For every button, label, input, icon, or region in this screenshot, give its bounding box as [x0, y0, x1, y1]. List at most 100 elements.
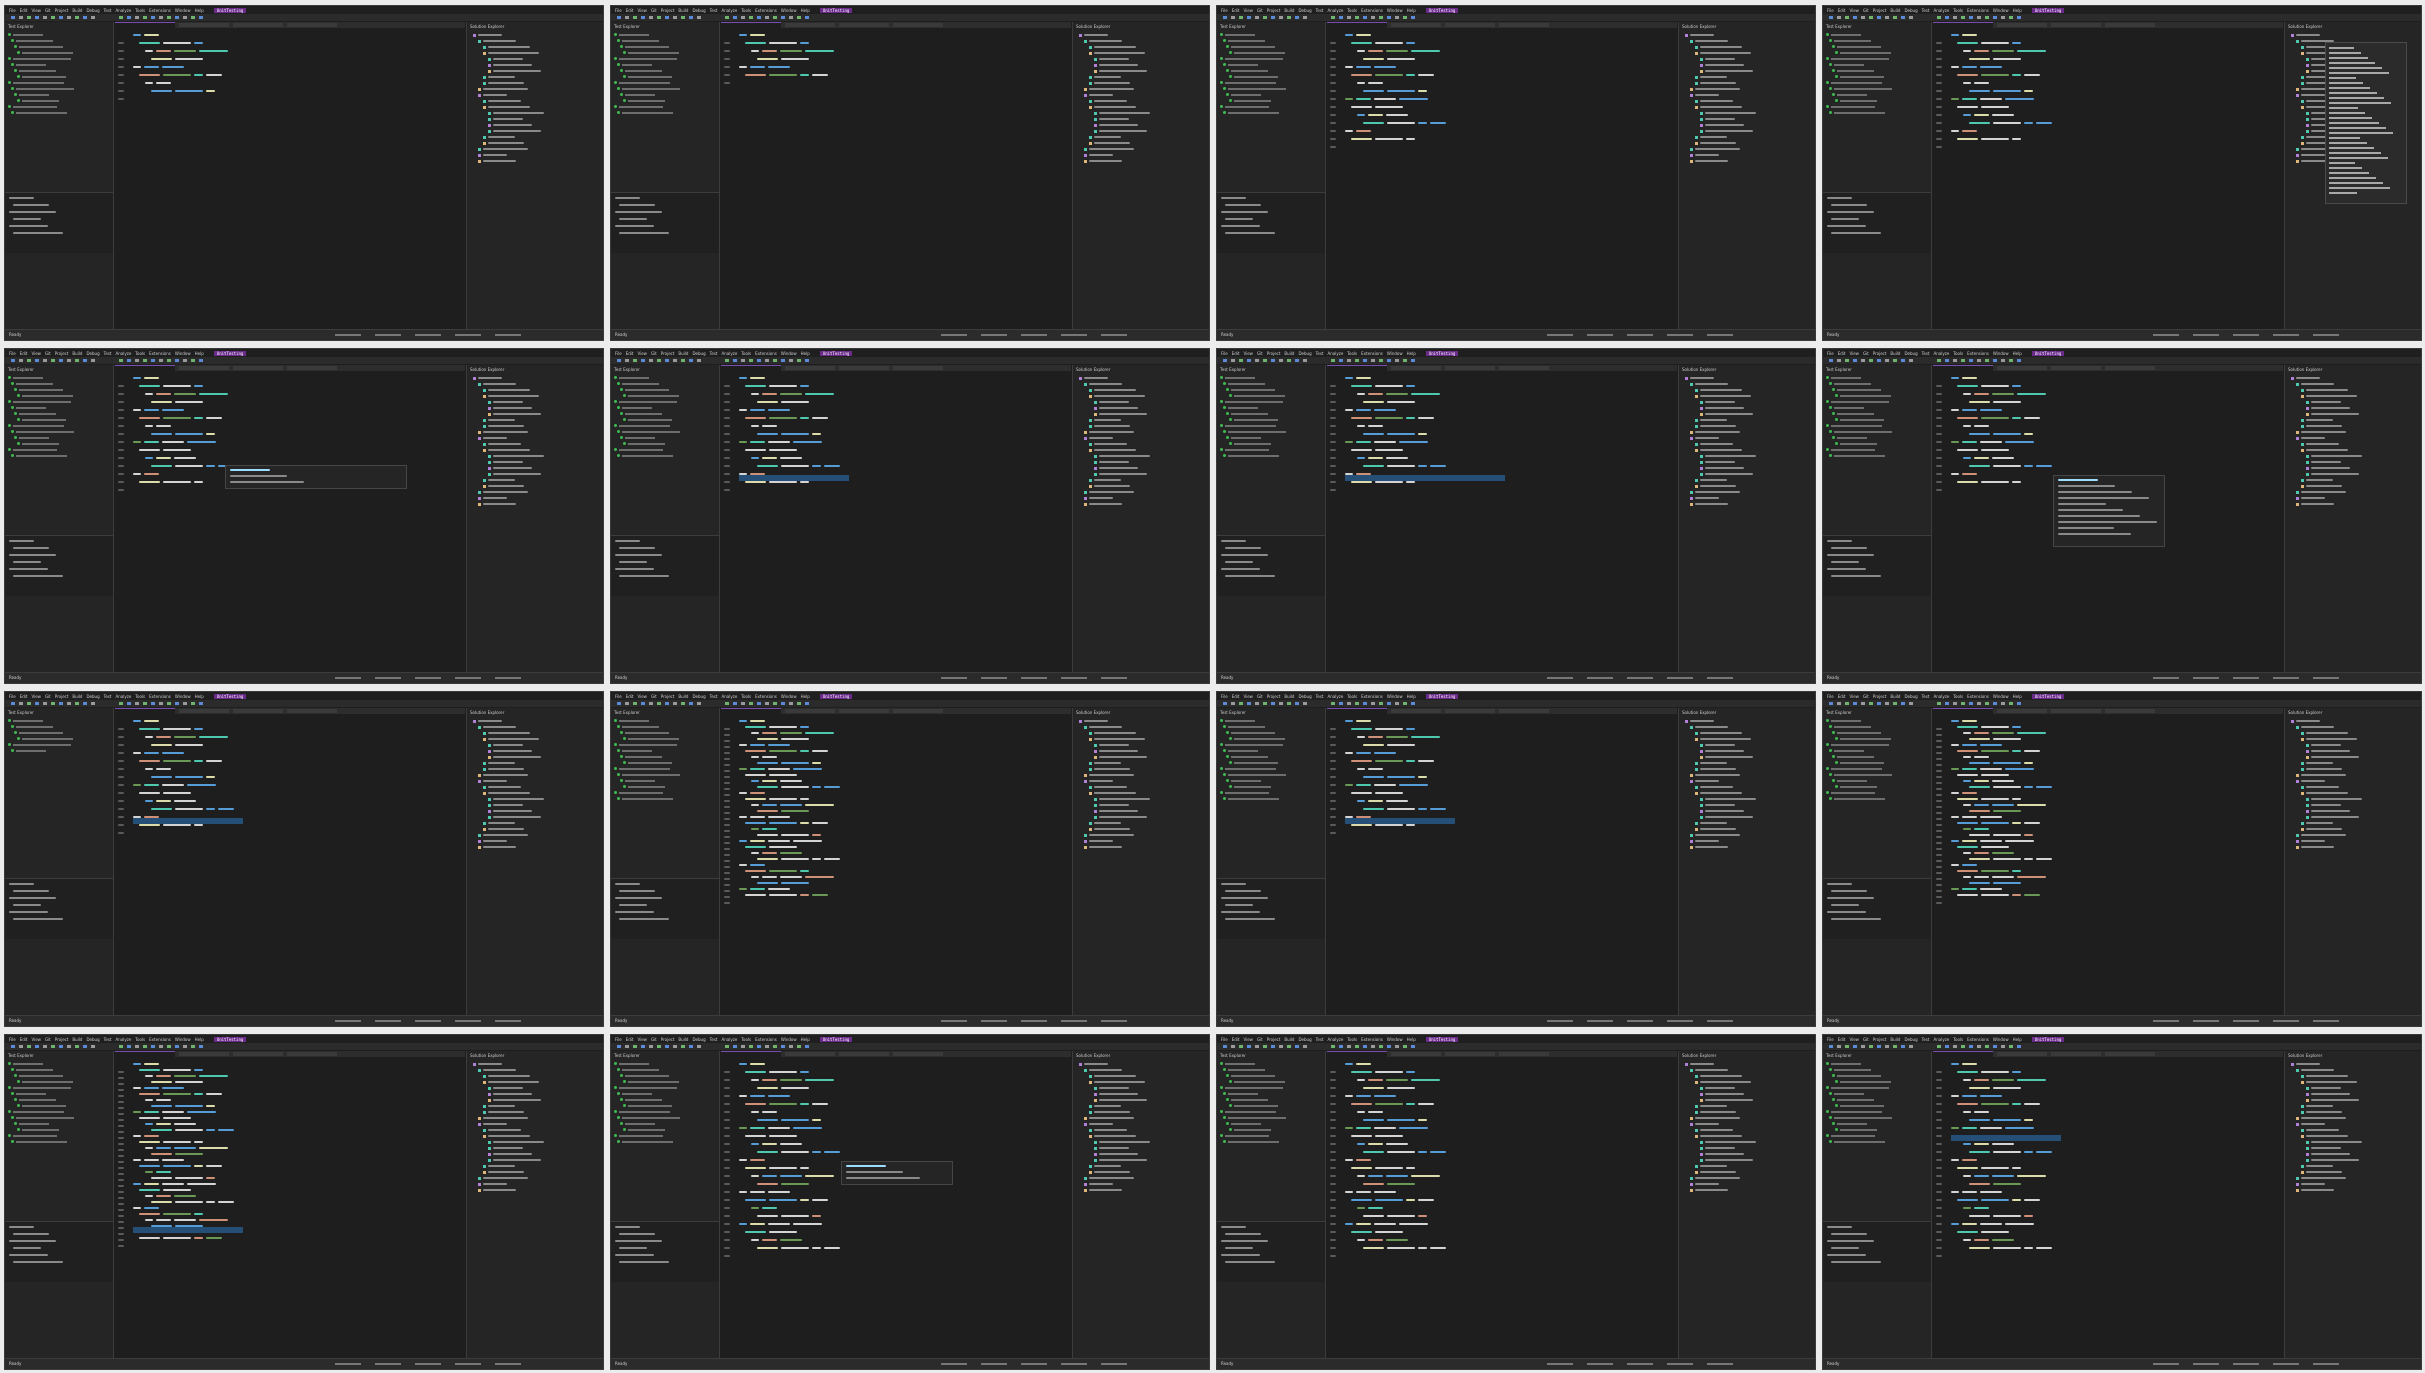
test-row[interactable]	[8, 1115, 110, 1120]
solution-tree-item[interactable]	[483, 88, 528, 90]
toolbar-button-icon[interactable]	[789, 359, 793, 362]
menu-item[interactable]: Edit	[626, 694, 634, 699]
toolbar-button-icon[interactable]	[733, 359, 737, 362]
menu-item[interactable]: Git	[651, 351, 657, 356]
test-row[interactable]	[614, 784, 716, 789]
menu-item[interactable]: Build	[72, 351, 82, 356]
status-item[interactable]	[1707, 1363, 1733, 1365]
menu-item[interactable]: Debug	[692, 1037, 705, 1042]
test-row[interactable]	[1826, 375, 1928, 380]
status-item[interactable]	[2233, 334, 2259, 336]
toolbar-button-icon[interactable]	[159, 702, 163, 705]
solution-tree-item[interactable]	[2301, 383, 2334, 385]
solution-tree-item[interactable]	[1094, 786, 1127, 788]
editor-tab[interactable]	[1391, 23, 1441, 27]
menu-item[interactable]: Tools	[741, 8, 751, 13]
solution-tree-item[interactable]	[1099, 816, 1147, 818]
context-menu-item[interactable]	[2329, 157, 2388, 159]
toolbar-button-icon[interactable]	[805, 702, 809, 705]
solution-tree-item[interactable]	[1695, 503, 1728, 505]
test-row[interactable]	[614, 74, 716, 79]
test-row[interactable]	[8, 724, 110, 729]
menu-item[interactable]: Git	[651, 1037, 657, 1042]
toolbar-button-icon[interactable]	[127, 16, 131, 19]
menu-item[interactable]: Test	[710, 1037, 718, 1042]
editor-tab[interactable]	[893, 1052, 943, 1056]
toolbar-button-icon[interactable]	[797, 702, 801, 705]
test-row[interactable]	[8, 104, 110, 109]
tab-active[interactable]	[115, 1051, 175, 1057]
solution-tree-item[interactable]	[1705, 58, 1735, 60]
solution-tree-item[interactable]	[2306, 449, 2348, 451]
code-editor[interactable]	[115, 365, 465, 673]
code-editor[interactable]	[1327, 22, 1677, 330]
test-row[interactable]	[1220, 1115, 1322, 1120]
toolbar-button-icon[interactable]	[1339, 1045, 1343, 1048]
context-menu-item[interactable]	[2329, 57, 2368, 59]
status-item[interactable]	[455, 1020, 481, 1022]
toolbar-button-icon[interactable]	[1901, 702, 1905, 705]
test-row[interactable]	[614, 441, 716, 446]
toolbar-button-icon[interactable]	[1961, 1045, 1965, 1048]
solution-tree-item[interactable]	[1700, 1111, 1736, 1113]
editor-tab[interactable]	[2051, 709, 2101, 713]
editor-tab[interactable]	[785, 23, 835, 27]
menu-item[interactable]: File	[615, 694, 622, 699]
toolbar-button-icon[interactable]	[67, 359, 71, 362]
toolbar-button-icon[interactable]	[741, 1045, 745, 1048]
tab-active[interactable]	[1327, 22, 1387, 28]
test-row[interactable]	[1826, 736, 1928, 741]
test-row[interactable]	[1220, 32, 1322, 37]
context-menu-item[interactable]	[2329, 62, 2375, 64]
context-menu-item[interactable]	[2329, 97, 2384, 99]
menu-item[interactable]: File	[615, 8, 622, 13]
editor-tab[interactable]	[233, 1052, 283, 1056]
solution-tree-item[interactable]	[483, 1123, 507, 1125]
solution-tree-item[interactable]	[2306, 389, 2348, 391]
status-item[interactable]	[495, 1363, 521, 1365]
solution-tree-item[interactable]	[2306, 395, 2357, 397]
test-row[interactable]	[1826, 790, 1928, 795]
toolbar-button-icon[interactable]	[1331, 359, 1335, 362]
toolbar-button-icon[interactable]	[43, 1045, 47, 1048]
solution-tree-item[interactable]	[1695, 1123, 1719, 1125]
solution-tree-item[interactable]	[1705, 1093, 1744, 1095]
menu-item[interactable]: Help	[801, 351, 810, 356]
menu-item[interactable]: File	[1827, 351, 1834, 356]
solution-tree-item[interactable]	[488, 136, 515, 138]
solution-tree-item[interactable]	[493, 413, 541, 415]
toolbar-button-icon[interactable]	[725, 702, 729, 705]
test-row[interactable]	[614, 453, 716, 458]
test-row[interactable]	[614, 435, 716, 440]
editor-tab[interactable]	[1997, 1052, 2047, 1056]
menu-item[interactable]: Analyze	[1328, 694, 1344, 699]
menu-item[interactable]: Tools	[1953, 694, 1963, 699]
editor-tab[interactable]	[179, 366, 229, 370]
solution-tree-item[interactable]	[488, 1111, 524, 1113]
solution-tree-item[interactable]	[1700, 1165, 1727, 1167]
toolbar-button-icon[interactable]	[1993, 702, 1997, 705]
context-menu-item[interactable]	[2329, 187, 2390, 189]
solution-tree-item[interactable]	[1084, 1063, 1108, 1065]
toolbar-button-icon[interactable]	[1961, 359, 1965, 362]
menu-item[interactable]: Window	[175, 1037, 191, 1042]
tab-active[interactable]	[115, 708, 175, 714]
toolbar-button-icon[interactable]	[657, 359, 661, 362]
context-menu-item[interactable]	[2329, 167, 2362, 169]
toolbar-button-icon[interactable]	[27, 702, 31, 705]
toolbar-button-icon[interactable]	[1837, 359, 1841, 362]
test-row[interactable]	[614, 736, 716, 741]
solution-tree-item[interactable]	[493, 70, 541, 72]
menu-item[interactable]: Help	[195, 8, 204, 13]
tab-active[interactable]	[721, 22, 781, 28]
test-row[interactable]	[1826, 1133, 1928, 1138]
solution-tree-item[interactable]	[1705, 798, 1756, 800]
solution-tree-item[interactable]	[1695, 160, 1728, 162]
editor-tab[interactable]	[233, 709, 283, 713]
test-row[interactable]	[1826, 718, 1928, 723]
menu-item[interactable]: Test	[1922, 351, 1930, 356]
solution-tree-item[interactable]	[1094, 82, 1130, 84]
status-item[interactable]	[1101, 1363, 1127, 1365]
toolbar-button-icon[interactable]	[83, 16, 87, 19]
solution-tree-item[interactable]	[488, 762, 515, 764]
